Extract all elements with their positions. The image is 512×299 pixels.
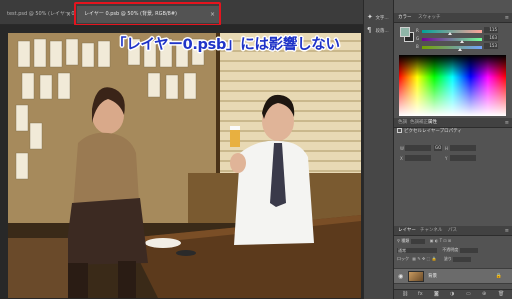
slider-track[interactable] <box>422 38 482 41</box>
layer-filter-row[interactable]: ⚲ 種類 ▣ ◐ T ⊡ ⊞ <box>397 238 451 244</box>
photo-image <box>8 33 361 298</box>
document-canvas-photo[interactable] <box>8 33 361 298</box>
pixel-layer-icon <box>397 128 402 133</box>
slider-track[interactable] <box>422 46 482 49</box>
properties-title: ピクセルレイヤープロパティ <box>397 128 462 134</box>
panel-menu-icon[interactable]: ≡ <box>505 118 509 128</box>
adjustment-layer-icon[interactable]: ◑ <box>450 291 454 297</box>
slider-g[interactable]: G 163 <box>416 35 498 43</box>
trash-icon[interactable]: 🗑 <box>498 291 504 297</box>
panel-menu-icon[interactable]: ≡ <box>505 13 509 23</box>
tab-paths[interactable]: パス <box>448 226 457 236</box>
new-layer-icon[interactable]: ⊕ <box>482 291 486 297</box>
color-spectrum-shade <box>399 55 506 77</box>
properties-panel-tabs: 色調 色調補正 属性 ≡ <box>394 118 512 128</box>
document-tab-test-psd[interactable]: test.psd @ 50% (レイヤー 0, RGB/8) * × <box>0 6 99 23</box>
blend-row: 通常 不透明度 <box>397 247 478 253</box>
fill-label: 塗り <box>443 256 452 261</box>
highlight-box <box>74 2 221 26</box>
layer-name: 背景 <box>428 274 437 279</box>
filter-search-icon: ⚲ <box>397 238 400 243</box>
strip-item-text[interactable]: ✦ 文字... <box>367 13 389 22</box>
close-icon[interactable]: × <box>66 6 71 23</box>
color-panel-tabs: カラー スウォッチ ≡ <box>394 13 512 23</box>
fill-field[interactable] <box>453 256 472 262</box>
filter-icons[interactable]: ▣ ◐ T ⊡ ⊞ <box>430 238 452 243</box>
prop-label-h: H <box>445 146 449 151</box>
layer-thumbnail <box>408 271 424 282</box>
slider-label: G <box>416 36 420 41</box>
lock-label: ロック <box>397 256 409 261</box>
layers-panel-tabs: レイヤー チャンネル パス ≡ <box>394 226 512 236</box>
foreground-color-swatch[interactable] <box>400 27 410 37</box>
strip-item-label: 文字... <box>375 16 389 21</box>
tab-properties[interactable]: 属性 <box>428 118 437 128</box>
tab-swatches[interactable]: スウォッチ <box>418 13 441 23</box>
layers-bottom-bar: ⛓ fx ◙ ◑ ▭ ⊕ 🗑 <box>394 289 512 299</box>
slider-b[interactable]: B 153 <box>416 43 498 51</box>
opacity-label: 不透明度 <box>442 247 459 252</box>
slider-r[interactable]: R 115 <box>416 27 498 35</box>
y-field[interactable] <box>450 155 476 161</box>
blend-mode-select[interactable]: 通常 <box>397 247 437 253</box>
tab-tone[interactable]: 色調 <box>398 118 407 128</box>
height-field[interactable] <box>450 145 476 151</box>
add-mask-icon[interactable]: ◙ <box>434 291 439 297</box>
panel-icon-strip: ✦ 文字... ¶ 段落... <box>363 0 394 299</box>
slider-value[interactable]: 153 <box>484 43 498 49</box>
opacity-field[interactable] <box>459 247 478 253</box>
slider-track[interactable] <box>422 30 482 33</box>
lock-icon: 🔒 <box>495 273 502 279</box>
new-group-icon[interactable]: ▭ <box>466 291 471 297</box>
link-toggle[interactable]: GO <box>434 145 442 151</box>
slider-label: R <box>416 28 419 33</box>
x-field[interactable] <box>405 155 431 161</box>
filter-kind-label: 種類 <box>401 238 410 243</box>
eye-icon[interactable]: ◉ <box>398 273 405 280</box>
prop-label-x: X <box>400 156 403 161</box>
document-tab-bar: test.psd @ 50% (レイヤー 0, RGB/8) * × レイヤー … <box>0 0 363 26</box>
annotation-callout: 「レイヤー0.psb」には影響しない <box>112 37 340 53</box>
prop-label-w: W <box>400 146 404 151</box>
strip-item-paragraph[interactable]: ¶ 段落... <box>367 26 389 35</box>
layer-style-icon[interactable]: fx <box>418 291 423 297</box>
link-layers-icon[interactable]: ⛓ <box>402 291 408 297</box>
layers-toolbar: ⚲ 種類 ▣ ◐ T ⊡ ⊞ 通常 不透明度 ロック ▦ ✎ ✥ ⬚ 🔒 塗り <box>394 237 512 267</box>
lock-row: ロック ▦ ✎ ✥ ⬚ 🔒 塗り <box>397 256 472 262</box>
slider-thumb[interactable] <box>460 40 464 43</box>
tab-adjustments[interactable]: 色調補正 <box>410 118 428 128</box>
lock-options-icons[interactable]: ▦ ✎ ✥ ⬚ 🔒 <box>412 256 436 261</box>
width-field[interactable] <box>405 145 431 151</box>
properties-title-text: ピクセルレイヤープロパティ <box>404 129 462 134</box>
tab-layers[interactable]: レイヤー <box>398 226 416 236</box>
right-panels: カラー スウォッチ ≡ R 115 G 163 B 153 色調 色調補正 属性… <box>394 0 512 299</box>
paragraph-icon: ¶ <box>367 26 372 34</box>
filter-kind-select[interactable] <box>410 238 425 244</box>
layer-row-background[interactable]: ◉ 背景 🔒 <box>394 268 512 284</box>
slider-label: B <box>416 44 419 49</box>
slider-value[interactable]: 115 <box>484 27 498 33</box>
tab-channels[interactable]: チャンネル <box>420 226 442 236</box>
panel-menu-icon[interactable]: ≡ <box>505 226 509 236</box>
tab-color[interactable]: カラー <box>398 13 412 23</box>
strip-item-label: 段落... <box>375 29 389 34</box>
text-tool-icon: ✦ <box>367 13 373 21</box>
slider-thumb[interactable] <box>448 32 452 35</box>
prop-label-y: Y <box>445 156 448 161</box>
slider-thumb[interactable] <box>458 48 462 51</box>
slider-value[interactable]: 163 <box>484 35 498 41</box>
